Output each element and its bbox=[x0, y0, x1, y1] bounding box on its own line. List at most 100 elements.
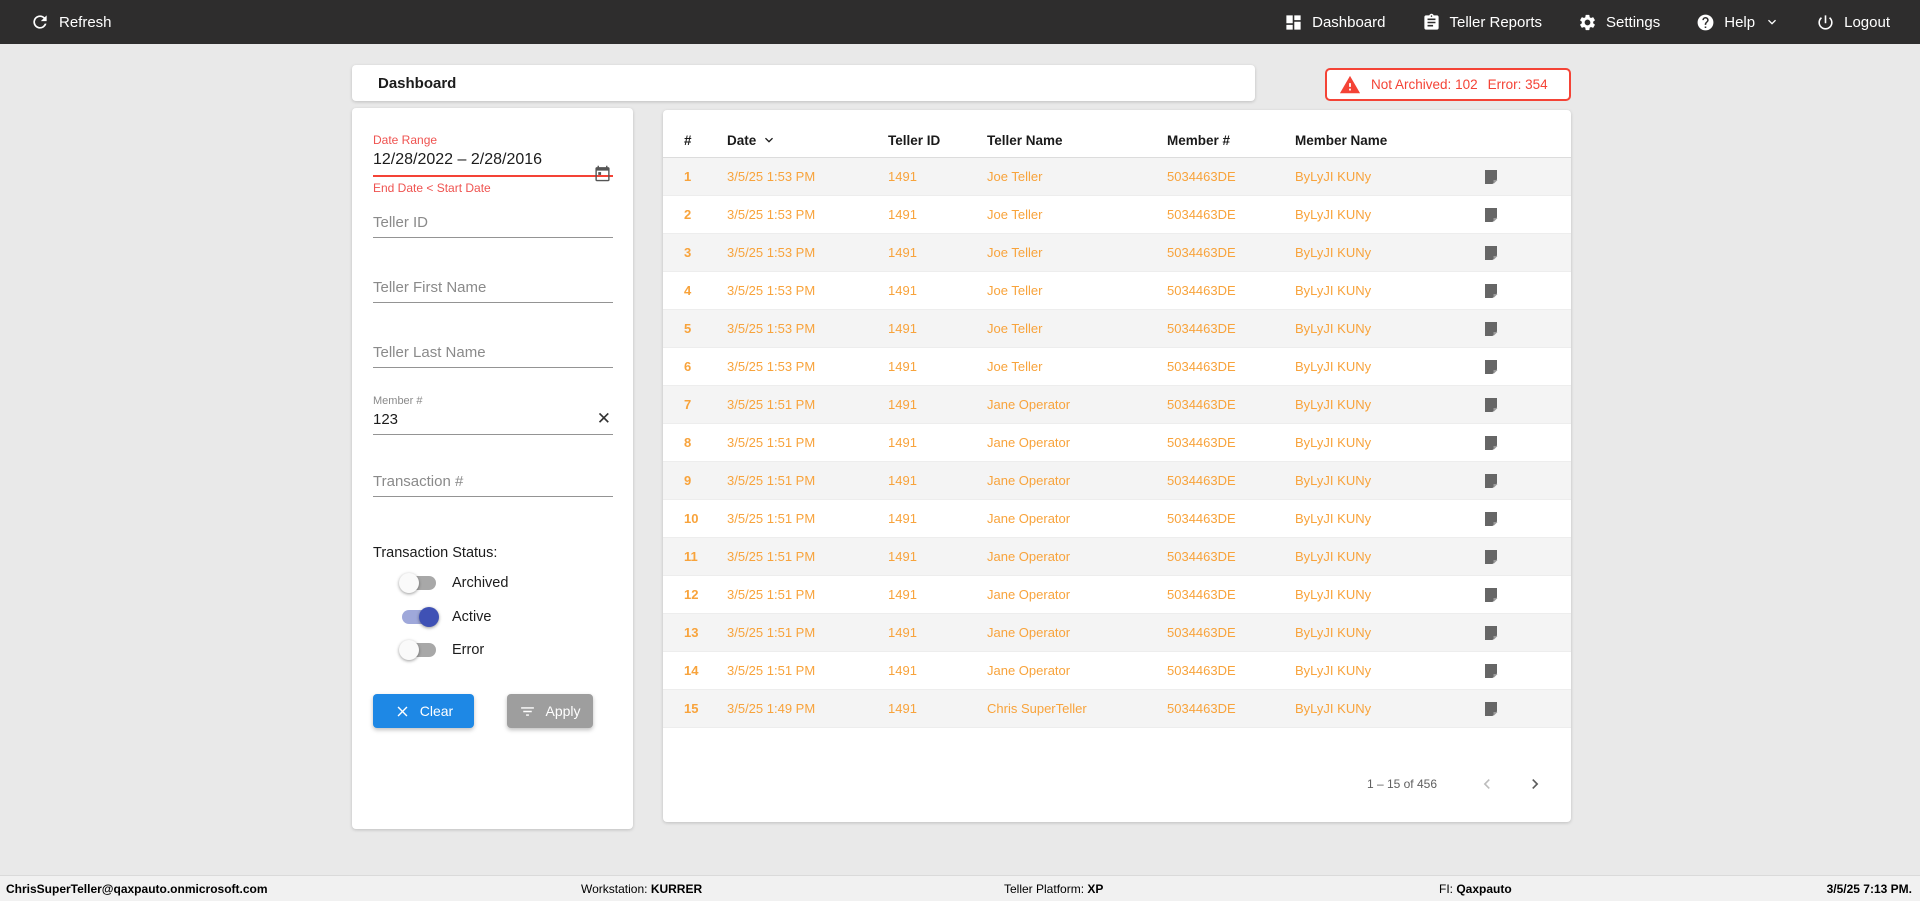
cell-teller-name: Jane Operator bbox=[987, 549, 1071, 564]
cell-member-num: 5034463DE bbox=[1167, 511, 1236, 526]
teller-first-name-input[interactable] bbox=[373, 275, 613, 303]
cell-date: 3/5/25 1:51 PM bbox=[727, 663, 816, 678]
cell-teller-id: 1491 bbox=[888, 511, 917, 526]
cell-member-num: 5034463DE bbox=[1167, 359, 1236, 374]
cell-date: 3/5/25 1:53 PM bbox=[727, 245, 816, 260]
member-number-field: Member # ✕ bbox=[373, 395, 613, 435]
close-icon bbox=[394, 703, 411, 720]
apply-button[interactable]: Apply bbox=[507, 694, 593, 728]
note-icon[interactable] bbox=[1483, 435, 1499, 451]
toggle-error[interactable]: Error bbox=[399, 638, 484, 662]
table-row[interactable]: 2 3/5/25 1:53 PM 1491 Joe Teller 5034463DE By… bbox=[663, 196, 1571, 234]
cell-member-num: 5034463DE bbox=[1167, 549, 1236, 564]
member-number-input[interactable] bbox=[373, 407, 613, 435]
col-date[interactable]: Date bbox=[727, 129, 777, 148]
pagination-range: 1 – 15 of 456 bbox=[1366, 777, 1437, 791]
cell-teller-name: Joe Teller bbox=[987, 359, 1043, 374]
dashboard-icon bbox=[1284, 13, 1303, 32]
clear-member-icon[interactable]: ✕ bbox=[597, 410, 611, 427]
nav-teller-reports[interactable]: Teller Reports bbox=[1422, 13, 1543, 32]
cell-num: 9 bbox=[684, 473, 692, 488]
table-row[interactable]: 1 3/5/25 1:53 PM 1491 Joe Teller 5034463DE By… bbox=[663, 158, 1571, 196]
next-page-icon[interactable] bbox=[1525, 774, 1545, 794]
refresh-label: Refresh bbox=[59, 13, 112, 31]
toggle-archived[interactable]: Archived bbox=[399, 571, 508, 595]
nav-teller-reports-label: Teller Reports bbox=[1449, 13, 1543, 31]
note-icon[interactable] bbox=[1483, 473, 1499, 489]
table-row[interactable]: 14 3/5/25 1:51 PM 1491 Jane Operator 5034463… bbox=[663, 652, 1571, 690]
calendar-icon[interactable] bbox=[594, 165, 611, 187]
note-icon[interactable] bbox=[1483, 549, 1499, 565]
table-body: 1 3/5/25 1:53 PM 1491 Joe Teller 5034463DE By… bbox=[663, 158, 1571, 728]
clear-button[interactable]: Clear bbox=[373, 694, 474, 728]
table-row[interactable]: 12 3/5/25 1:51 PM 1491 Jane Operator 5034463… bbox=[663, 576, 1571, 614]
note-icon[interactable] bbox=[1483, 587, 1499, 603]
note-icon[interactable] bbox=[1483, 625, 1499, 641]
cell-teller-name: Joe Teller bbox=[987, 169, 1043, 184]
table-row[interactable]: 3 3/5/25 1:53 PM 1491 Joe Teller 5034463DE By… bbox=[663, 234, 1571, 272]
col-member-name: Member Name bbox=[1295, 133, 1388, 148]
cell-num: 7 bbox=[684, 397, 692, 412]
note-icon[interactable] bbox=[1483, 701, 1499, 717]
note-icon[interactable] bbox=[1483, 663, 1499, 679]
table-row[interactable]: 5 3/5/25 1:53 PM 1491 Joe Teller 5034463DE By… bbox=[663, 310, 1571, 348]
date-range-input[interactable] bbox=[373, 147, 613, 177]
note-icon[interactable] bbox=[1483, 397, 1499, 413]
table-row[interactable]: 11 3/5/25 1:51 PM 1491 Jane Operator 5034463… bbox=[663, 538, 1571, 576]
cell-member-name: ByLyJI KUNy bbox=[1295, 359, 1372, 374]
cell-member-name: ByLyJI KUNy bbox=[1295, 663, 1372, 678]
cell-teller-id: 1491 bbox=[888, 701, 917, 716]
cell-teller-id: 1491 bbox=[888, 435, 917, 450]
nav-logout[interactable]: Logout bbox=[1816, 13, 1890, 32]
cell-member-name: ByLyJI KUNy bbox=[1295, 397, 1372, 412]
cell-date: 3/5/25 1:51 PM bbox=[727, 473, 816, 488]
cell-teller-id: 1491 bbox=[888, 359, 917, 374]
cell-teller-name: Jane Operator bbox=[987, 511, 1071, 526]
filter-icon bbox=[519, 703, 536, 720]
refresh-button[interactable]: Refresh bbox=[30, 12, 112, 32]
cell-date: 3/5/25 1:49 PM bbox=[727, 701, 816, 716]
nav-dashboard[interactable]: Dashboard bbox=[1284, 13, 1386, 32]
page-title: Dashboard bbox=[378, 74, 457, 92]
table-row[interactable]: 4 3/5/25 1:53 PM 1491 Joe Teller 5034463DE By… bbox=[663, 272, 1571, 310]
teller-last-name-input[interactable] bbox=[373, 340, 613, 368]
cell-member-name: ByLyJI KUNy bbox=[1295, 435, 1372, 450]
nav-help[interactable]: Help bbox=[1696, 13, 1780, 32]
table-row[interactable]: 8 3/5/25 1:51 PM 1491 Jane Operator 5034463D… bbox=[663, 424, 1571, 462]
table-row[interactable]: 7 3/5/25 1:51 PM 1491 Jane Operator 5034463D… bbox=[663, 386, 1571, 424]
table-row[interactable]: 6 3/5/25 1:53 PM 1491 Joe Teller 5034463DE By… bbox=[663, 348, 1571, 386]
note-icon[interactable] bbox=[1483, 283, 1499, 299]
note-icon[interactable] bbox=[1483, 245, 1499, 261]
cell-member-name: ByLyJI KUNy bbox=[1295, 549, 1372, 564]
note-icon[interactable] bbox=[1483, 511, 1499, 527]
archived-switch bbox=[399, 573, 436, 593]
note-icon[interactable] bbox=[1483, 359, 1499, 375]
table-row[interactable]: 10 3/5/25 1:51 PM 1491 Jane Operator 5034463… bbox=[663, 500, 1571, 538]
note-icon[interactable] bbox=[1483, 321, 1499, 337]
power-icon bbox=[1816, 13, 1835, 32]
table-row[interactable]: 9 3/5/25 1:51 PM 1491 Jane Operator 5034463D… bbox=[663, 462, 1571, 500]
error-switch bbox=[399, 640, 436, 660]
cell-num: 2 bbox=[684, 207, 692, 222]
status-datetime: 3/5/25 7:13 PM. bbox=[1826, 882, 1912, 896]
sort-desc-icon bbox=[761, 136, 777, 151]
note-icon[interactable] bbox=[1483, 169, 1499, 185]
cell-member-num: 5034463DE bbox=[1167, 625, 1236, 640]
note-icon[interactable] bbox=[1483, 207, 1499, 223]
cell-num: 1 bbox=[684, 169, 692, 184]
cell-member-name: ByLyJI KUNy bbox=[1295, 245, 1372, 260]
error-count: Error: 354 bbox=[1487, 77, 1548, 92]
page-header: Dashboard bbox=[352, 65, 1255, 101]
cell-date: 3/5/25 1:53 PM bbox=[727, 359, 816, 374]
teller-id-input[interactable] bbox=[373, 210, 613, 238]
nav-settings[interactable]: Settings bbox=[1578, 13, 1660, 32]
prev-page-icon[interactable] bbox=[1477, 774, 1497, 794]
table-row[interactable]: 15 3/5/25 1:49 PM 1491 Chris SuperTeller 503… bbox=[663, 690, 1571, 728]
toggle-active[interactable]: Active bbox=[402, 605, 492, 629]
table-row[interactable]: 13 3/5/25 1:51 PM 1491 Jane Operator 5034463… bbox=[663, 614, 1571, 652]
transaction-number-input[interactable] bbox=[373, 469, 613, 497]
help-icon bbox=[1696, 13, 1715, 32]
cell-date: 3/5/25 1:51 PM bbox=[727, 397, 816, 412]
cell-date: 3/5/25 1:53 PM bbox=[727, 169, 816, 184]
cell-teller-id: 1491 bbox=[888, 283, 917, 298]
